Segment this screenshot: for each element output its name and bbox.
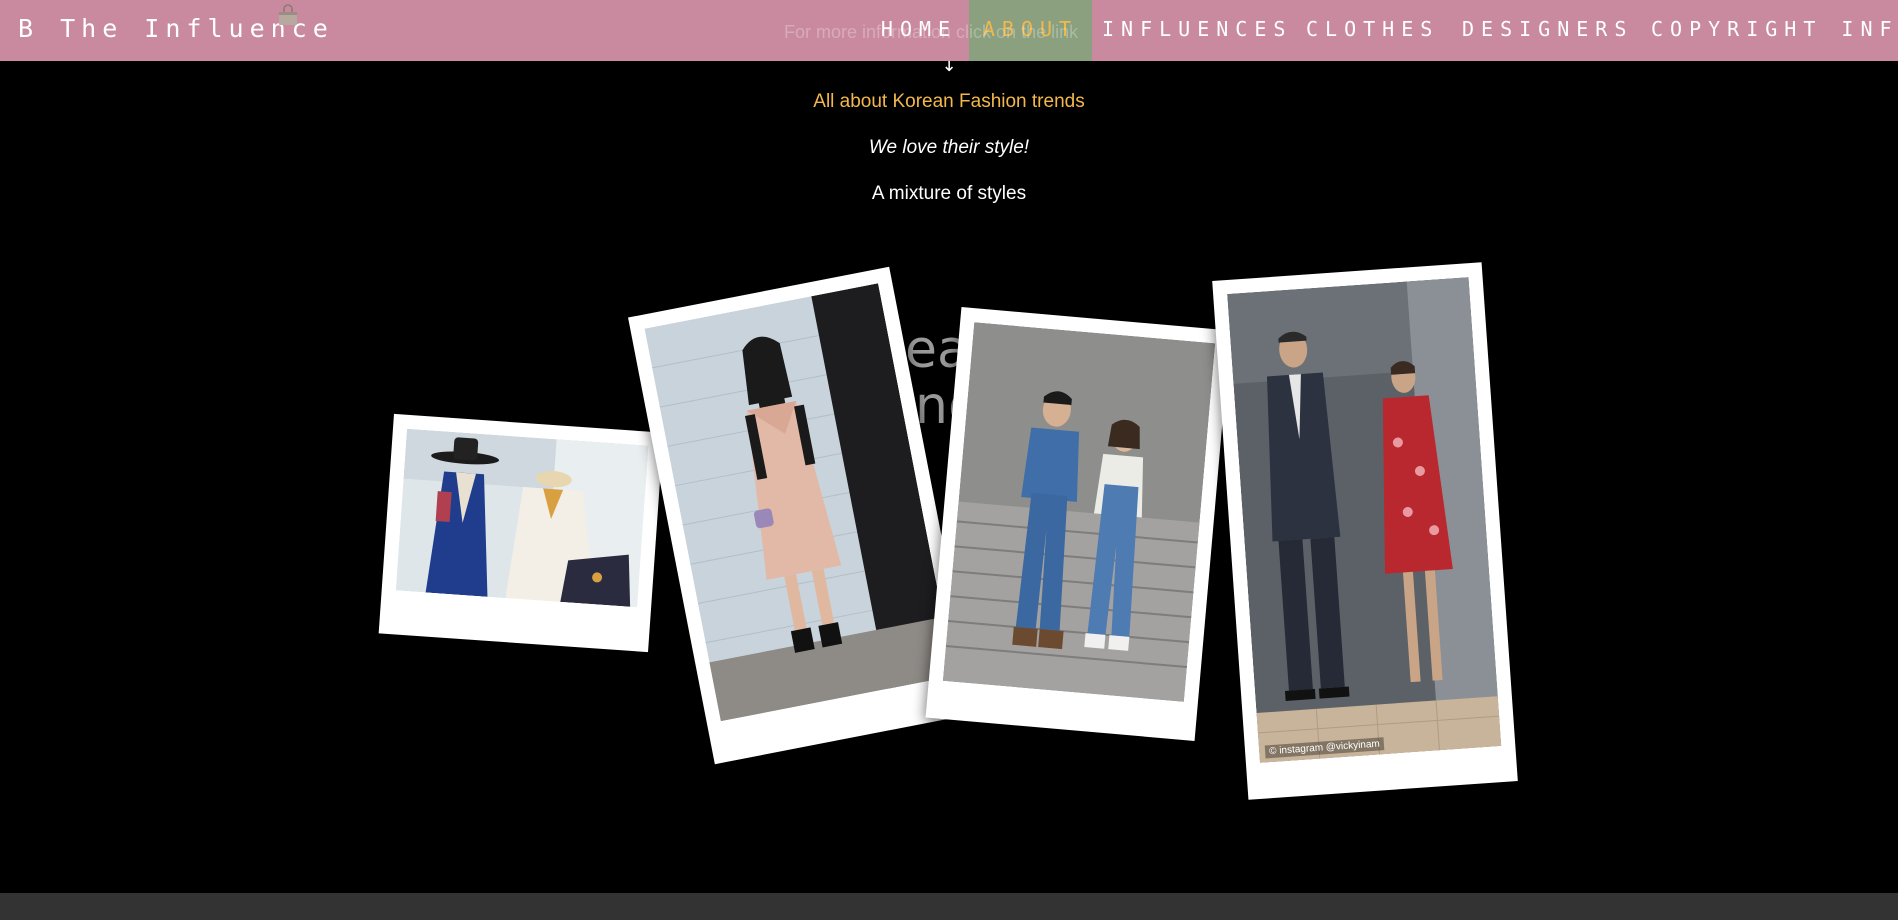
photo-card-couple[interactable] bbox=[925, 307, 1231, 741]
top-nav-bar: B The Influence For more information cli… bbox=[0, 0, 1898, 61]
subline: A mixture of styles bbox=[871, 183, 1027, 204]
nav-influences[interactable]: INFLUENCES bbox=[1102, 0, 1285, 61]
photo-mannequins-window: © instagram @vickyinam bbox=[1227, 277, 1502, 763]
shopping-bag-icon bbox=[276, 4, 300, 28]
nav-designers[interactable]: DESIGNERS bbox=[1462, 0, 1626, 61]
more-info-link[interactable]: For more information click on the link bbox=[784, 22, 1078, 43]
nav-clothes[interactable]: CLOTHES bbox=[1306, 0, 1436, 61]
headline: All about Korean Fashion trends bbox=[813, 91, 1085, 112]
tagline: We love their style! bbox=[868, 137, 1030, 158]
photo-card-hanbok[interactable] bbox=[378, 413, 664, 653]
photo-hanbok-mannequins bbox=[395, 428, 649, 608]
photo-card-window[interactable]: © instagram @vickyinam bbox=[1212, 262, 1518, 800]
photo-couple-overalls bbox=[942, 322, 1216, 702]
footer-bar bbox=[0, 893, 1898, 920]
nav-copyright-info[interactable]: COPYRIGHT INFO bbox=[1651, 0, 1898, 61]
